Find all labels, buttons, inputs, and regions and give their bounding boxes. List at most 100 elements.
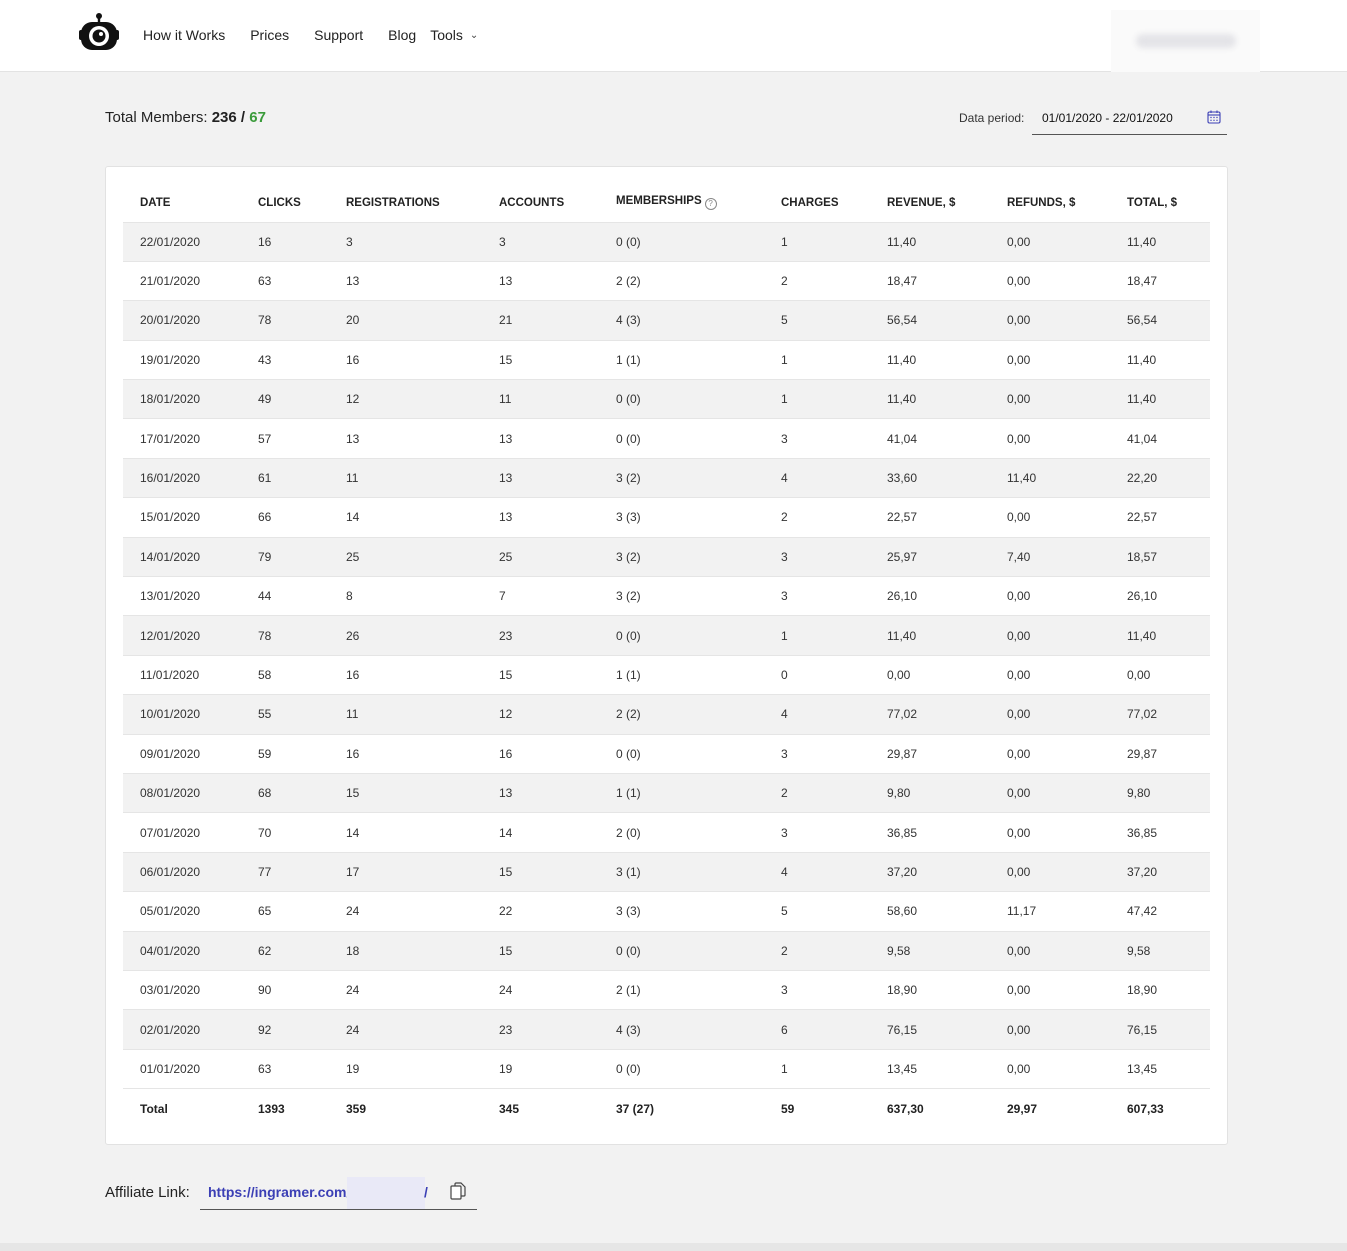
help-circle-icon[interactable]: ?	[704, 198, 717, 211]
user-menu[interactable]	[1111, 10, 1260, 72]
cell-total: 11,40	[1110, 379, 1210, 419]
cell-charges: 3	[764, 576, 870, 616]
affiliate-link-end: /	[424, 1184, 428, 1200]
cell-total: 22,20	[1110, 457, 1210, 498]
cell-date: 05/01/2020	[123, 891, 241, 932]
cell-charges: 5	[764, 300, 870, 341]
cell-clicks: 58	[241, 654, 329, 695]
affiliate-link[interactable]: https://ingramer.com/	[208, 1184, 350, 1200]
cell-total: 18,57	[1110, 536, 1210, 577]
chevron-down-icon: ⌄	[469, 29, 479, 41]
total-charges: 59	[764, 1088, 870, 1128]
table-row: 12/01/2020 78 26 23 0 (0) 1 11,40 0,00 11,40	[123, 615, 1210, 656]
cell-memberships: 0 (0)	[599, 221, 764, 262]
cell-refunds: 0,00	[990, 812, 1110, 853]
cell-memberships: 1 (1)	[599, 339, 764, 380]
data-period-input[interactable]: 01/01/2020 - 22/01/2020	[1032, 101, 1227, 135]
cell-charges: 3	[764, 969, 870, 1010]
cell-memberships: 4 (3)	[599, 1009, 764, 1050]
cell-clicks: 16	[241, 221, 329, 262]
cell-total: 0,00	[1110, 654, 1210, 695]
cell-registrations: 26	[329, 615, 482, 656]
table-row: 16/01/2020 61 11 13 3 (2) 4 33,60 11,40 22,20	[123, 457, 1210, 498]
table-row: 10/01/2020 55 11 12 2 (2) 4 77,02 0,00 77,02	[123, 694, 1210, 735]
cell-date: 16/01/2020	[123, 457, 241, 498]
cell-memberships: 2 (0)	[599, 812, 764, 853]
cell-total: 77,02	[1110, 694, 1210, 735]
cell-accounts: 12	[482, 694, 599, 735]
cell-revenue: 41,04	[870, 418, 990, 459]
cell-memberships: 0 (0)	[599, 615, 764, 656]
cell-revenue: 76,15	[870, 1009, 990, 1050]
cell-revenue: 33,60	[870, 457, 990, 498]
table-row: 20/01/2020 78 20 21 4 (3) 5 56,54 0,00 56,54	[123, 300, 1210, 341]
cell-memberships: 2 (2)	[599, 694, 764, 735]
cell-refunds: 0,00	[990, 497, 1110, 538]
cell-date: 18/01/2020	[123, 379, 241, 419]
cell-charges: 1	[764, 379, 870, 419]
nav-prices[interactable]: Prices	[250, 27, 289, 43]
cell-clicks: 57	[241, 418, 329, 459]
cell-clicks: 59	[241, 733, 329, 774]
total-revenue: 637,30	[870, 1088, 990, 1128]
cell-charges: 4	[764, 457, 870, 498]
cell-memberships: 3 (2)	[599, 576, 764, 616]
cell-charges: 3	[764, 812, 870, 853]
cell-revenue: 37,20	[870, 851, 990, 892]
cell-registrations: 20	[329, 300, 482, 341]
cell-accounts: 15	[482, 339, 599, 380]
cell-charges: 5	[764, 891, 870, 932]
cell-total: 9,58	[1110, 930, 1210, 971]
cell-accounts: 23	[482, 615, 599, 656]
table-row: 08/01/2020 68 15 13 1 (1) 2 9,80 0,00 9,80	[123, 772, 1210, 813]
cell-registrations: 25	[329, 536, 482, 577]
nav-tools-label: Tools	[430, 27, 463, 43]
cell-registrations: 16	[329, 733, 482, 774]
cell-charges: 2	[764, 772, 870, 813]
cell-date: 03/01/2020	[123, 969, 241, 1010]
cell-date: 04/01/2020	[123, 930, 241, 971]
nav-support[interactable]: Support	[314, 27, 363, 43]
cell-memberships: 1 (1)	[599, 772, 764, 813]
table-row: 07/01/2020 70 14 14 2 (0) 3 36,85 0,00 36,85	[123, 812, 1210, 853]
table-row: 22/01/2020 16 3 3 0 (0) 1 11,40 0,00 11,40	[123, 221, 1210, 262]
nav-blog[interactable]: Blog	[388, 27, 416, 43]
col-header-total: TOTAL, $	[1127, 196, 1178, 209]
cell-refunds: 0,00	[990, 576, 1110, 616]
cell-charges: 1	[764, 339, 870, 380]
table-row: 19/01/2020 43 16 15 1 (1) 1 11,40 0,00 11,40	[123, 339, 1210, 380]
table-row: 18/01/2020 49 12 11 0 (0) 1 11,40 0,00 11,40	[123, 379, 1210, 419]
cell-memberships: 0 (0)	[599, 379, 764, 419]
cell-memberships: 0 (0)	[599, 930, 764, 971]
cell-clicks: 63	[241, 1048, 329, 1089]
cell-accounts: 25	[482, 536, 599, 577]
cell-refunds: 11,17	[990, 891, 1110, 932]
cell-memberships: 2 (2)	[599, 260, 764, 301]
cell-accounts: 13	[482, 497, 599, 538]
cell-registrations: 8	[329, 576, 482, 616]
total-total: 607,33	[1110, 1088, 1210, 1128]
cell-accounts: 14	[482, 812, 599, 853]
cell-total: 56,54	[1110, 300, 1210, 341]
robot-logo-icon[interactable]	[79, 12, 119, 52]
cell-charges: 3	[764, 536, 870, 577]
nav-how-it-works[interactable]: How it Works	[143, 27, 225, 43]
cell-date: 15/01/2020	[123, 497, 241, 538]
cell-refunds: 0,00	[990, 300, 1110, 341]
calendar-icon[interactable]	[1207, 110, 1221, 124]
cell-charges: 1	[764, 221, 870, 262]
cell-registrations: 19	[329, 1048, 482, 1089]
nav-tools-dropdown[interactable]: Tools ⌄	[430, 27, 478, 43]
table-row: 02/01/2020 92 24 23 4 (3) 6 76,15 0,00 76,15	[123, 1009, 1210, 1050]
cell-total: 37,20	[1110, 851, 1210, 892]
cell-date: 06/01/2020	[123, 851, 241, 892]
cell-refunds: 0,00	[990, 654, 1110, 695]
cell-clicks: 78	[241, 300, 329, 341]
cell-total: 29,87	[1110, 733, 1210, 774]
cell-charges: 3	[764, 733, 870, 774]
cell-accounts: 22	[482, 891, 599, 932]
total-label: Total	[123, 1088, 241, 1128]
copy-icon[interactable]	[450, 1182, 466, 1200]
cell-revenue: 11,40	[870, 615, 990, 656]
cell-charges: 3	[764, 418, 870, 459]
